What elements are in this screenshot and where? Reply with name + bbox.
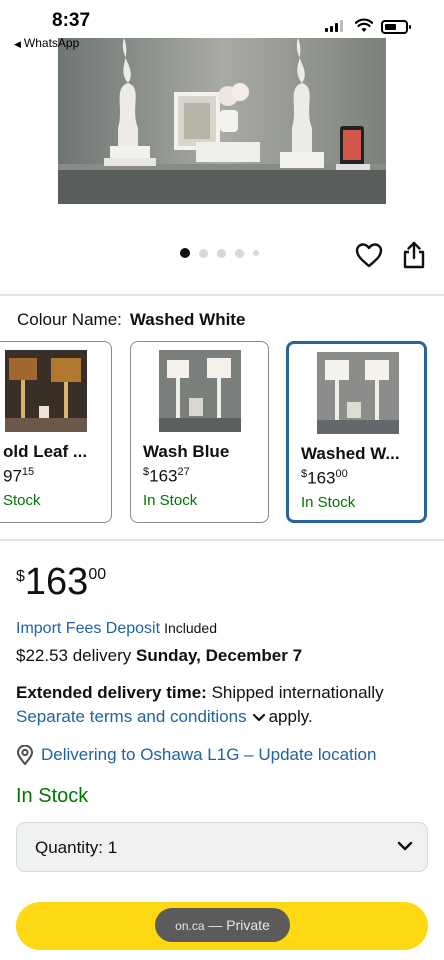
gallery-dot[interactable] (235, 248, 244, 258)
colour-option-wash-blue[interactable]: Wash Blue $16327 In Stock (130, 341, 269, 523)
battery-icon (381, 20, 411, 34)
share-icon[interactable] (402, 241, 426, 269)
colour-option-stock: Stock (3, 492, 41, 509)
delivery-row: $22.53 delivery Sunday, December 7 (16, 646, 302, 666)
colour-option-price: 9715 (3, 466, 35, 486)
import-fees-link[interactable]: Import Fees Deposit (16, 620, 160, 637)
gallery-dot[interactable] (253, 250, 259, 256)
delivery-location-link[interactable]: Delivering to Oshawa L1G – Update locati… (41, 745, 376, 765)
colour-option-gold-leaf[interactable]: old Leaf ... 9715 Stock (0, 341, 112, 523)
import-fees-row: Import Fees Deposit Included (16, 620, 217, 638)
chevron-down-icon (397, 841, 413, 851)
delivery-cost: $22.53 delivery (16, 646, 132, 665)
delivery-date: Sunday, December 7 (136, 646, 303, 665)
colour-value: Washed White (129, 310, 246, 329)
extended-delivery-text: Shipped internationally (211, 683, 384, 702)
back-app-label: WhatsApp (23, 36, 80, 50)
availability-status: In Stock (16, 785, 89, 807)
colour-option-stock: In Stock (143, 492, 198, 509)
location-pin-icon (16, 745, 34, 765)
section-divider (0, 294, 444, 296)
washed-white-lamp-thumbnail (317, 352, 399, 434)
terms-suffix: apply. (268, 707, 313, 726)
product-price: $ 163 00 (16, 562, 106, 602)
browser-mode: — Private (208, 917, 270, 933)
cellular-signal-icon (325, 20, 343, 32)
colour-option-stock: In Stock (301, 494, 356, 511)
heart-icon[interactable] (355, 242, 383, 268)
price-symbol: $ (16, 568, 25, 585)
delivery-location-row[interactable]: Delivering to Oshawa L1G – Update locati… (16, 745, 376, 765)
section-divider (0, 539, 444, 541)
gallery-dot[interactable] (217, 248, 226, 258)
status-time: 8:37 (52, 10, 91, 31)
terms-row: Separate terms and conditions apply. (16, 707, 313, 727)
quantity-select[interactable]: Quantity: 1 (16, 822, 428, 872)
gold-leaf-lamp-thumbnail (5, 350, 87, 432)
browser-url-pill[interactable]: on.ca — Private (155, 908, 290, 942)
back-to-app-link[interactable]: ◀ WhatsApp (14, 36, 79, 50)
colour-name-row: Colour Name: Washed White (17, 310, 245, 330)
terms-link[interactable]: Separate terms and conditions (16, 707, 247, 726)
wifi-icon (355, 18, 373, 32)
price-fraction: 00 (88, 566, 107, 583)
chevron-down-icon[interactable] (252, 713, 266, 723)
colour-option-name: Washed W... (301, 444, 400, 463)
extended-delivery-label: Extended delivery time: (16, 683, 207, 702)
back-arrow-icon: ◀ (14, 39, 21, 49)
gallery-dot-active[interactable] (180, 248, 190, 258)
price-whole: 163 (24, 561, 89, 603)
quantity-label: Quantity: 1 (35, 838, 118, 857)
colour-option-name: Wash Blue (143, 442, 230, 461)
status-bar: 8:37 ◀ WhatsApp (0, 0, 444, 50)
colour-option-price: $16300 (301, 468, 348, 488)
colour-label: Colour Name: (17, 310, 122, 329)
gallery-dot[interactable] (199, 248, 208, 258)
wash-blue-lamp-thumbnail (159, 350, 241, 432)
colour-option-price: $16327 (143, 466, 190, 486)
product-image[interactable] (58, 38, 386, 204)
gallery-pagination[interactable] (180, 248, 259, 258)
import-fees-status: Included (164, 620, 217, 636)
colour-option-washed-white[interactable]: Washed W... $16300 In Stock (286, 341, 427, 523)
colour-option-name: old Leaf ... (3, 442, 88, 461)
extended-delivery-row: Extended delivery time: Shipped internat… (16, 683, 384, 703)
browser-domain: on.ca (175, 919, 205, 933)
